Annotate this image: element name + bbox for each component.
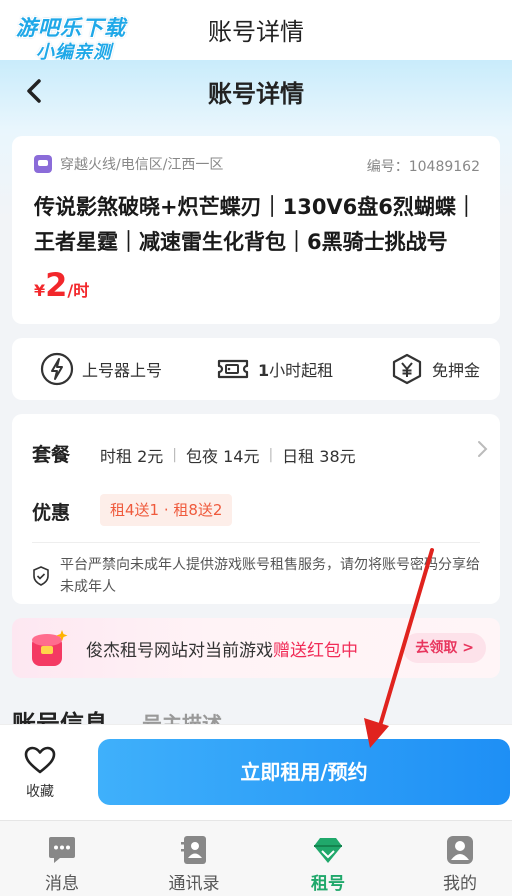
package-option: 时租 2元 xyxy=(100,447,164,466)
banner-text-highlight: 赠送红包中 xyxy=(273,641,358,661)
red-packet-icon xyxy=(32,630,68,666)
outer-title-bar: 游吧乐下载 小编亲测 账号详情 xyxy=(0,0,512,63)
server-row: 穿越火线/电信区/江西一区 xyxy=(34,154,223,174)
feature-bold: 1 xyxy=(258,361,270,380)
game-server-icon xyxy=(34,155,52,173)
tab-account-info[interactable]: 账号信息 xyxy=(12,704,108,726)
account-code: 编号：10489162 xyxy=(366,159,480,175)
package-label: 套餐 xyxy=(32,444,71,466)
price-value: 2 xyxy=(45,266,68,304)
tab-label: 租号 xyxy=(311,874,345,894)
features-card: 上号器上号 1小时起租 免押金 xyxy=(12,338,500,400)
package-option: 包夜 14元 xyxy=(186,447,260,466)
profile-icon xyxy=(447,836,473,864)
feature-launcher-login: 上号器上号 xyxy=(40,338,162,400)
heart-icon xyxy=(24,746,56,774)
feature-label: 上号器上号 xyxy=(82,361,163,380)
tab-profile[interactable]: 我的 xyxy=(420,835,500,894)
chevron-right-icon[interactable] xyxy=(472,438,492,460)
server-text: 穿越火线/电信区/江西一区 xyxy=(60,157,224,173)
ticket-icon xyxy=(217,359,249,379)
feature-no-deposit: 免押金 xyxy=(390,338,480,400)
message-icon xyxy=(49,837,75,863)
price-currency: ¥ xyxy=(34,281,46,300)
feature-min-hours: 1小时起租 xyxy=(216,338,333,400)
favorite-button[interactable]: 收藏 xyxy=(18,745,62,801)
separator: | xyxy=(172,447,177,463)
shield-check-icon xyxy=(33,566,49,586)
price-unit: /时 xyxy=(67,281,90,300)
account-title: 传说影煞破晓+炽芒蝶刃｜130V6盘6烈蝴蝶｜王者星霆｜减速雷生化背包｜6黑骑士… xyxy=(34,195,477,254)
price: ¥2/时 xyxy=(34,266,89,304)
page-title: 账号详情 xyxy=(208,80,304,108)
tab-contacts[interactable]: 通讯录 xyxy=(154,835,234,894)
banner-text: 俊杰租号网站对当前游戏赠送红包中 xyxy=(86,636,358,661)
info-tabs: 账号信息 号主描述 xyxy=(12,700,252,726)
red-packet-banner[interactable]: 俊杰租号网站对当前游戏赠送红包中 去领取 > xyxy=(12,618,500,678)
claim-button[interactable]: 去领取 > xyxy=(403,633,486,663)
promo-badge: 租4送1 · 租8送2 xyxy=(100,494,233,526)
minor-protection-notice: 平台严禁向未成年人提供游戏账号租售服务，请勿将账号密码分享给未成年人 xyxy=(60,557,480,595)
nav-bar: 账号详情 xyxy=(0,60,512,124)
tab-label: 我的 xyxy=(443,874,477,894)
separator: | xyxy=(268,447,274,463)
tab-label: 消息 xyxy=(45,874,79,894)
feature-label: 小时起租 xyxy=(269,361,334,380)
tab-label: 通讯录 xyxy=(168,874,220,894)
account-summary-card: 穿越火线/电信区/江西一区 编号：10489162 传说影煞破晓+炽芒蝶刃｜13… xyxy=(12,136,500,324)
outer-page-title: 账号详情 xyxy=(208,18,304,46)
yen-shield-icon xyxy=(392,353,422,385)
lightning-icon xyxy=(40,352,74,386)
favorite-label: 收藏 xyxy=(26,784,54,800)
bottom-action-bar: 收藏 立即租用/预约 xyxy=(0,724,512,820)
diamond-icon xyxy=(314,838,342,863)
promo-label: 优惠 xyxy=(32,502,71,524)
rent-reserve-button[interactable]: 立即租用/预约 xyxy=(98,739,510,805)
contacts-icon xyxy=(181,836,206,864)
divider xyxy=(32,542,480,543)
app-screen: 账号详情 穿越火线/电信区/江西一区 编号：10489162 传说影煞破晓+炽芒… xyxy=(0,60,512,896)
tab-rent[interactable]: 租号 xyxy=(288,835,368,894)
package-options[interactable]: 时租 2元 | 包夜 14元 | 日租 38元 xyxy=(100,443,356,467)
package-card: 套餐 时租 2元 | 包夜 14元 | 日租 38元 优惠 租4送1 · 租8送… xyxy=(12,414,500,604)
package-option: 日租 38元 xyxy=(282,447,356,466)
bottom-tab-bar: 消息 通讯录 租号 我的 xyxy=(0,820,512,896)
banner-text-prefix: 俊杰租号网站对当前游戏 xyxy=(86,641,273,661)
feature-label: 免押金 xyxy=(432,361,481,380)
tab-messages[interactable]: 消息 xyxy=(22,835,102,894)
